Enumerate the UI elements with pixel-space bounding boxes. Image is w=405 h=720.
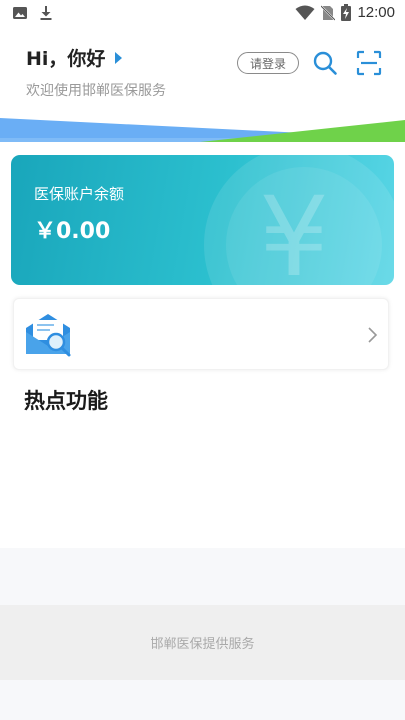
footer: 邯郸医保提供服务 — [0, 605, 405, 680]
chevron-right-icon — [368, 327, 378, 343]
header-wave — [0, 118, 405, 142]
balance-card[interactable]: ¥ 医保账户余额 ￥0.00 — [11, 155, 394, 285]
footer-text: 邯郸医保提供服务 — [150, 637, 255, 652]
login-button[interactable]: 请登录 — [237, 52, 299, 74]
message-row[interactable] — [13, 298, 389, 370]
greeting-link[interactable]: Hi，你好 — [26, 44, 123, 71]
greeting-text: Hi，你好 — [26, 48, 106, 70]
no-sim-icon — [321, 4, 336, 21]
mail-search-icon — [26, 314, 71, 357]
search-icon[interactable] — [312, 50, 338, 76]
scan-icon[interactable] — [356, 50, 382, 76]
welcome-subtitle: 欢迎使用邯郸医保服务 — [26, 83, 166, 99]
image-icon — [13, 7, 27, 19]
status-time: 12:00 — [357, 4, 395, 21]
hot-functions-title: 热点功能 — [24, 389, 108, 413]
status-bar: 12:00 — [0, 0, 405, 28]
wifi-icon — [295, 5, 315, 20]
yuan-watermark-glyph: ¥ — [259, 173, 329, 285]
balance-label: 医保账户余额 — [34, 185, 125, 203]
battery-charging-icon — [341, 4, 352, 21]
yuan-watermark-icon: ¥ — [204, 155, 394, 285]
caret-right-icon — [115, 51, 123, 64]
bottom-band — [0, 680, 405, 720]
download-icon — [40, 6, 52, 20]
balance-amount: ￥0.00 — [34, 219, 111, 244]
light-band — [0, 548, 405, 605]
